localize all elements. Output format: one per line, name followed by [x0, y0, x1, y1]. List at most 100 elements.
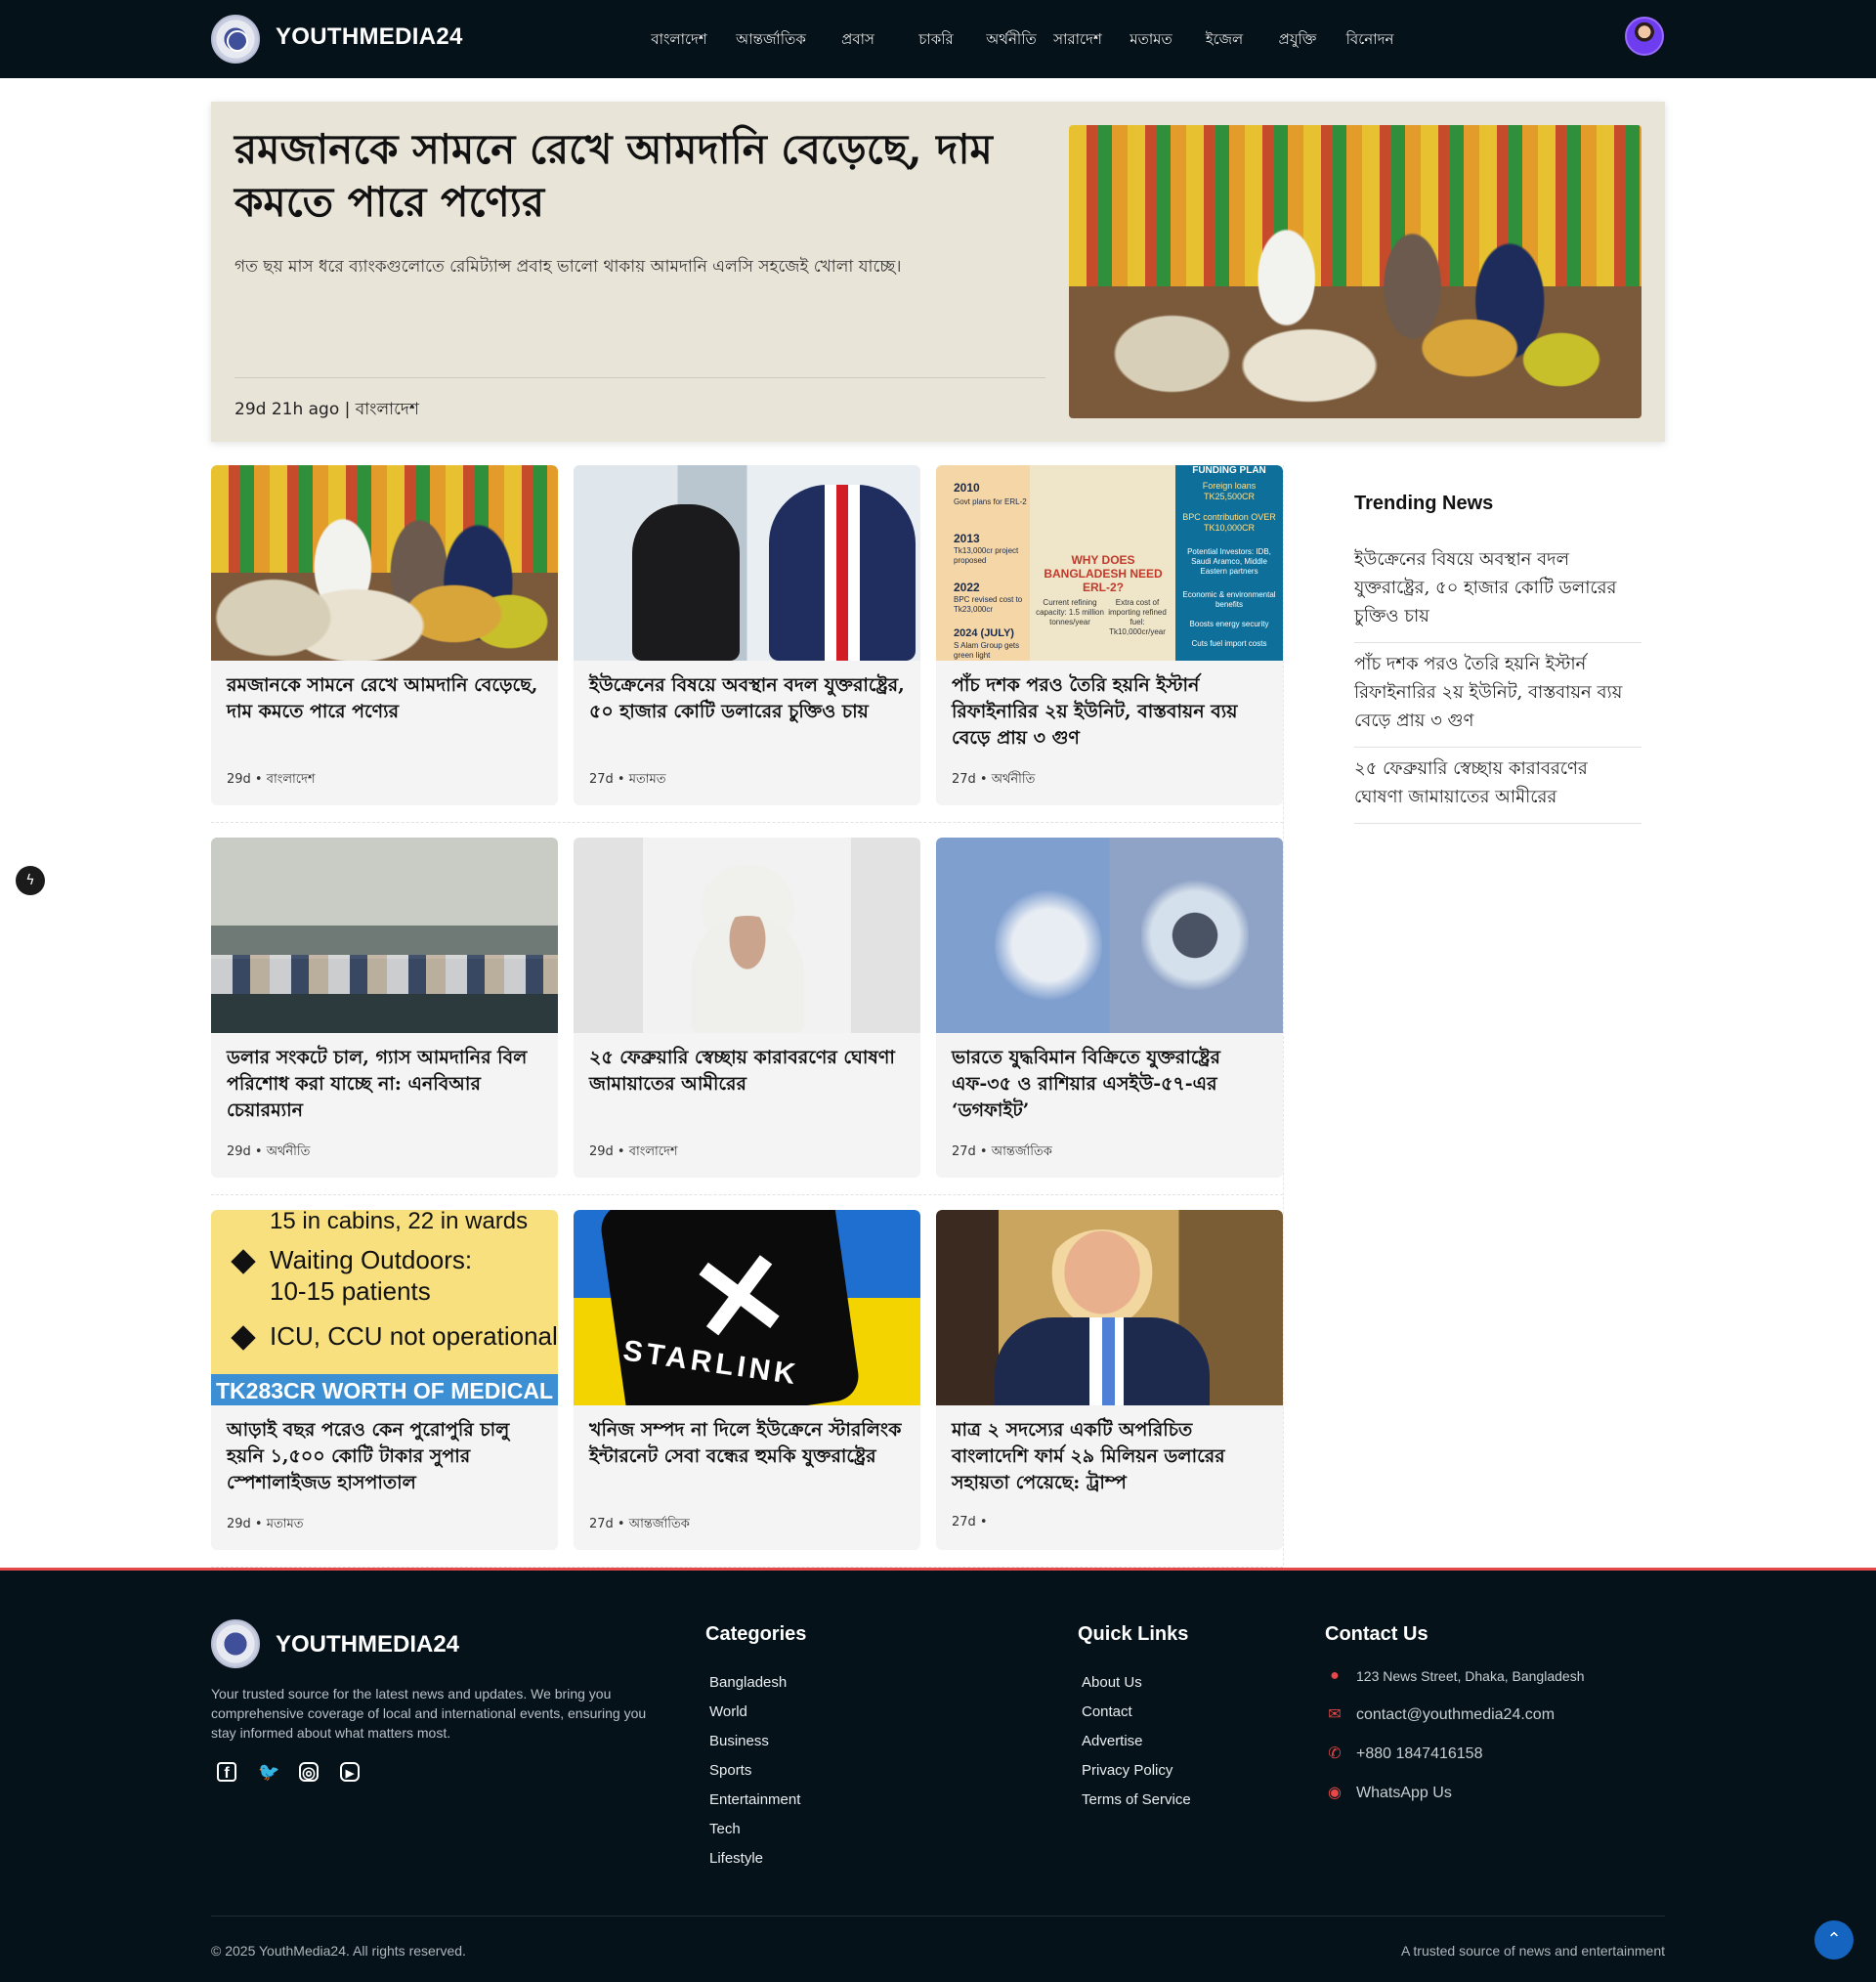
hero-article[interactable]: রমজানকে সামনে রেখে আমদানি বেড়েছে, দাম ক…: [211, 102, 1665, 442]
contact-whatsapp[interactable]: ◉ WhatsApp Us: [1325, 1784, 1452, 1803]
contact-whatsapp-text[interactable]: WhatsApp Us: [1356, 1785, 1452, 1802]
article-meta: 29d • মতামত: [227, 1517, 304, 1531]
footer-category-link[interactable]: Entertainment: [709, 1786, 800, 1815]
article-title[interactable]: ইউক্রেনের বিষয়ে অবস্থান বদল যুক্তরাষ্ট্…: [589, 672, 912, 725]
contact-phone[interactable]: ✆ +880 1847416158: [1325, 1745, 1482, 1764]
user-avatar[interactable]: [1625, 17, 1664, 56]
article-title[interactable]: পাঁচ দশক পরও তৈরি হয়নি ইস্টার্ন রিফাইনা…: [952, 672, 1274, 752]
article-image[interactable]: [936, 1210, 1283, 1405]
article-card[interactable]: 2010 Govt plans for ERL-2 2013 Tk13,000c…: [936, 465, 1283, 805]
nav-item-economy[interactable]: অর্থনীতি: [979, 0, 1044, 78]
article-title[interactable]: রমজানকে সামনে রেখে আমদানি বেড়েছে, দাম ক…: [227, 672, 549, 725]
article-image[interactable]: 2010 Govt plans for ERL-2 2013 Tk13,000c…: [936, 465, 1283, 661]
footer-logo-icon[interactable]: [211, 1619, 260, 1668]
article-meta: 29d • বাংলাদেশ: [589, 1144, 678, 1159]
trending-item[interactable]: পাঁচ দশক পরও তৈরি হয়নি ইস্টার্ন রিফাইনা…: [1354, 650, 1642, 748]
article-meta: 29d • বাংলাদেশ: [227, 772, 316, 787]
footer-category-link[interactable]: Tech: [709, 1815, 800, 1844]
article-title[interactable]: আড়াই বছর পরেও কেন পুরোপুরি চালু হয়নি ১…: [227, 1417, 549, 1496]
trending-item[interactable]: ইউক্রেনের বিষয়ে অবস্থান বদল যুক্তরাষ্ট্…: [1354, 545, 1642, 643]
article-title[interactable]: ২৫ ফেব্রুয়ারি স্বেচ্ছায় কারাবরণের ঘোষণ…: [589, 1045, 912, 1098]
infographic-note-2022: BPC revised cost to Tk23,000cr: [954, 595, 1023, 614]
footer-quick-link[interactable]: Privacy Policy: [1082, 1756, 1191, 1786]
infographic-year-2013: 2013: [954, 532, 980, 545]
article-image[interactable]: [574, 838, 920, 1033]
footer-category-link[interactable]: World: [709, 1698, 800, 1727]
infographic-note-2013: Tk13,000cr project proposed: [954, 546, 1019, 565]
footer-tagline: A trusted source of news and entertainme…: [1400, 1943, 1665, 1959]
site-brand[interactable]: YOUTHMEDIA24: [276, 23, 463, 51]
image-caption-line: 10-15 patients: [270, 1276, 431, 1306]
article-image[interactable]: [211, 465, 558, 661]
article-image[interactable]: [211, 838, 558, 1033]
article-meta: 27d • অর্থনীতি: [952, 772, 1036, 787]
facebook-icon[interactable]: f: [217, 1762, 236, 1782]
site-logo-icon[interactable]: [211, 15, 260, 64]
footer-category-link[interactable]: Sports: [709, 1756, 800, 1786]
article-card[interactable]: ইউক্রেনের বিষয়ে অবস্থান বদল যুক্তরাষ্ট্…: [574, 465, 920, 805]
article-title[interactable]: মাত্র ২ সদস্যের একটি অপরিচিত বাংলাদেশি ফ…: [952, 1417, 1274, 1496]
article-meta: 27d •: [952, 1515, 988, 1530]
nav-item-bangladesh[interactable]: বাংলাদেশ: [645, 0, 713, 78]
location-pin-icon: ●: [1330, 1667, 1340, 1684]
image-caption-banner: TK283CR WORTH OF MEDICAL: [216, 1378, 553, 1403]
article-image[interactable]: [574, 465, 920, 661]
article-card[interactable]: ২৫ ফেব্রুয়ারি স্বেচ্ছায় কারাবরণের ঘোষণ…: [574, 838, 920, 1178]
article-card[interactable]: মাত্র ২ সদস্যের একটি অপরিচিত বাংলাদেশি ফ…: [936, 1210, 1283, 1550]
nav-item-tech[interactable]: প্রযুক্তি: [1268, 0, 1327, 78]
bolt-icon[interactable]: ϟ: [16, 866, 45, 895]
nav-item-probash[interactable]: প্রবাস: [829, 0, 887, 78]
youtube-icon[interactable]: ▶: [340, 1762, 360, 1782]
nav-item-entertainment[interactable]: বিনোদন: [1341, 0, 1399, 78]
contact-email-text[interactable]: contact@youthmedia24.com: [1356, 1706, 1555, 1724]
infographic-year-2024: 2024 (JULY): [954, 627, 1014, 639]
article-meta: 29d • অর্থনীতি: [227, 1144, 311, 1159]
trending-item[interactable]: ২৫ ফেব্রুয়ারি স্বেচ্ছায় কারাবরণের ঘোষণ…: [1354, 754, 1642, 824]
nav-item-easel[interactable]: ইজেল: [1200, 0, 1249, 78]
twitter-icon[interactable]: 🐦: [258, 1762, 279, 1782]
article-card[interactable]: ভারতে যুদ্ধবিমান বিক্রিতে যুক্তরাষ্ট্রের…: [936, 838, 1283, 1178]
footer-quick-link[interactable]: Advertise: [1082, 1727, 1191, 1756]
footer-category-link[interactable]: Bangladesh: [709, 1668, 800, 1698]
row-divider: [211, 822, 1283, 823]
article-card[interactable]: 15 in cabins, 22 in wards Waiting Outdoo…: [211, 1210, 558, 1550]
infographic-fact-capacity: Current refining capacity: 1.5 million t…: [1036, 598, 1104, 626]
article-title[interactable]: ডলার সংকটে চাল, গ্যাস আমদানির বিল পরিশোধ…: [227, 1045, 549, 1124]
article-title[interactable]: খনিজ সম্পদ না দিলে ইউক্রেনে স্টারলিংক ইন…: [589, 1417, 912, 1470]
contact-email[interactable]: ✉ contact@youthmedia24.com: [1325, 1705, 1555, 1725]
diamond-bullet-icon: [231, 1249, 256, 1274]
nav-item-opinion[interactable]: মতামত: [1122, 0, 1180, 78]
article-image[interactable]: ✕ STARLINK: [574, 1210, 920, 1405]
infographic-note-2010: Govt plans for ERL-2: [954, 497, 1027, 506]
article-image[interactable]: 15 in cabins, 22 in wards Waiting Outdoo…: [211, 1210, 558, 1405]
nav-item-international[interactable]: আন্তর্জাতিক: [723, 0, 819, 78]
article-card[interactable]: ✕ STARLINK খনিজ সম্পদ না দিলে ইউক্রেনে স…: [574, 1210, 920, 1550]
article-image[interactable]: [936, 838, 1283, 1033]
hero-image[interactable]: [1069, 125, 1642, 418]
whatsapp-icon: ◉: [1328, 1785, 1342, 1801]
nav-item-country[interactable]: সারাদেশ: [1047, 0, 1108, 78]
contact-phone-text[interactable]: +880 1847416158: [1356, 1745, 1482, 1763]
hero-meta: 29d 21h ago | বাংলাদেশ: [234, 400, 419, 419]
footer-category-link[interactable]: Lifestyle: [709, 1844, 800, 1874]
footer-quick-link[interactable]: About Us: [1082, 1668, 1191, 1698]
footer-category-link[interactable]: Business: [709, 1727, 800, 1756]
footer-quick-link[interactable]: Contact: [1082, 1698, 1191, 1727]
infographic-year-2010: 2010: [954, 481, 980, 495]
hero-title[interactable]: রমজানকে সামনে রেখে আমদানি বেড়েছে, দাম ক…: [234, 123, 1036, 229]
instagram-icon[interactable]: ◎: [299, 1762, 319, 1782]
infographic-year-2022: 2022: [954, 581, 980, 594]
footer-quick-link[interactable]: Terms of Service: [1082, 1786, 1191, 1815]
article-card[interactable]: রমজানকে সামনে রেখে আমদানি বেড়েছে, দাম ক…: [211, 465, 558, 805]
categories-list: Bangladesh World Business Sports Enterta…: [709, 1668, 800, 1874]
phone-icon: ✆: [1328, 1745, 1342, 1762]
infographic-funding-benefits: Economic & environmental benefits: [1182, 590, 1276, 609]
footer-brand[interactable]: YOUTHMEDIA24: [276, 1631, 459, 1659]
trending-heading: Trending News: [1354, 493, 1494, 514]
scroll-to-top-button[interactable]: ⌃: [1814, 1920, 1854, 1960]
quick-links-list: About Us Contact Advertise Privacy Polic…: [1082, 1668, 1191, 1815]
article-card[interactable]: ডলার সংকটে চাল, গ্যাস আমদানির বিল পরিশোধ…: [211, 838, 558, 1178]
article-title[interactable]: ভারতে যুদ্ধবিমান বিক্রিতে যুক্তরাষ্ট্রের…: [952, 1045, 1274, 1124]
nav-item-jobs[interactable]: চাকরি: [907, 0, 965, 78]
site-footer: YOUTHMEDIA24 Your trusted source for the…: [0, 1568, 1876, 1982]
